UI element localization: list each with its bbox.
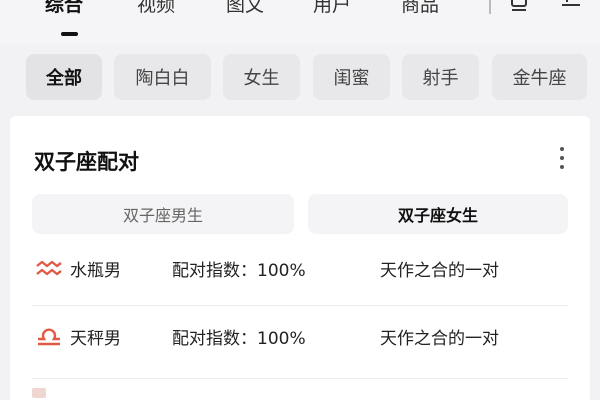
segment-gemini-female[interactable]: 双子座女生 xyxy=(308,194,568,234)
segment-gemini-male[interactable]: 双子座男生 xyxy=(32,194,294,234)
sign-name: 水瓶男 xyxy=(70,261,121,281)
layout-icon[interactable] xyxy=(509,0,531,14)
match-row[interactable]: 水瓶男 配对指数：100% 天作之合的一对 xyxy=(10,238,590,304)
filter-chip-bar: 全部 陶白白 女生 闺蜜 射手 金牛座 xyxy=(0,52,600,104)
more-options-icon[interactable] xyxy=(558,147,566,173)
top-tab-bar: 综合 视频 图文 用户 商品 xyxy=(0,0,600,44)
chip-sagittarius[interactable]: 射手 xyxy=(402,54,479,100)
next-sign-icon xyxy=(32,388,46,398)
aquarius-icon xyxy=(36,260,62,276)
filter-icon[interactable] xyxy=(560,0,582,14)
chip-taobaibai[interactable]: 陶白白 xyxy=(114,54,211,100)
tab-video[interactable]: 视频 xyxy=(137,0,175,17)
row-divider xyxy=(32,378,568,379)
gemini-match-card: 双子座配对 双子座男生 双子座女生 水瓶男 配对指数：100% 天作之合的一对 … xyxy=(10,116,590,400)
active-tab-indicator xyxy=(61,32,78,36)
chip-girls[interactable]: 女生 xyxy=(223,54,300,100)
match-description: 天作之合的一对 xyxy=(380,329,499,349)
match-score: 配对指数：100% xyxy=(172,261,306,281)
sign-name: 天秤男 xyxy=(70,329,121,349)
tab-users[interactable]: 用户 xyxy=(313,0,351,17)
tab-image-text[interactable]: 图文 xyxy=(226,0,264,17)
tab-comprehensive[interactable]: 综合 xyxy=(45,0,83,17)
match-description: 天作之合的一对 xyxy=(380,261,499,281)
chip-taurus[interactable]: 金牛座 xyxy=(492,54,587,100)
tab-divider xyxy=(489,0,491,14)
match-row[interactable]: 天秤男 配对指数：100% 天作之合的一对 xyxy=(10,306,590,372)
tab-products[interactable]: 商品 xyxy=(401,0,439,17)
match-score: 配对指数：100% xyxy=(172,329,306,349)
chip-bestie[interactable]: 闺蜜 xyxy=(313,54,390,100)
card-title: 双子座配对 xyxy=(34,150,139,174)
libra-icon xyxy=(38,328,60,346)
chip-all[interactable]: 全部 xyxy=(26,54,102,100)
